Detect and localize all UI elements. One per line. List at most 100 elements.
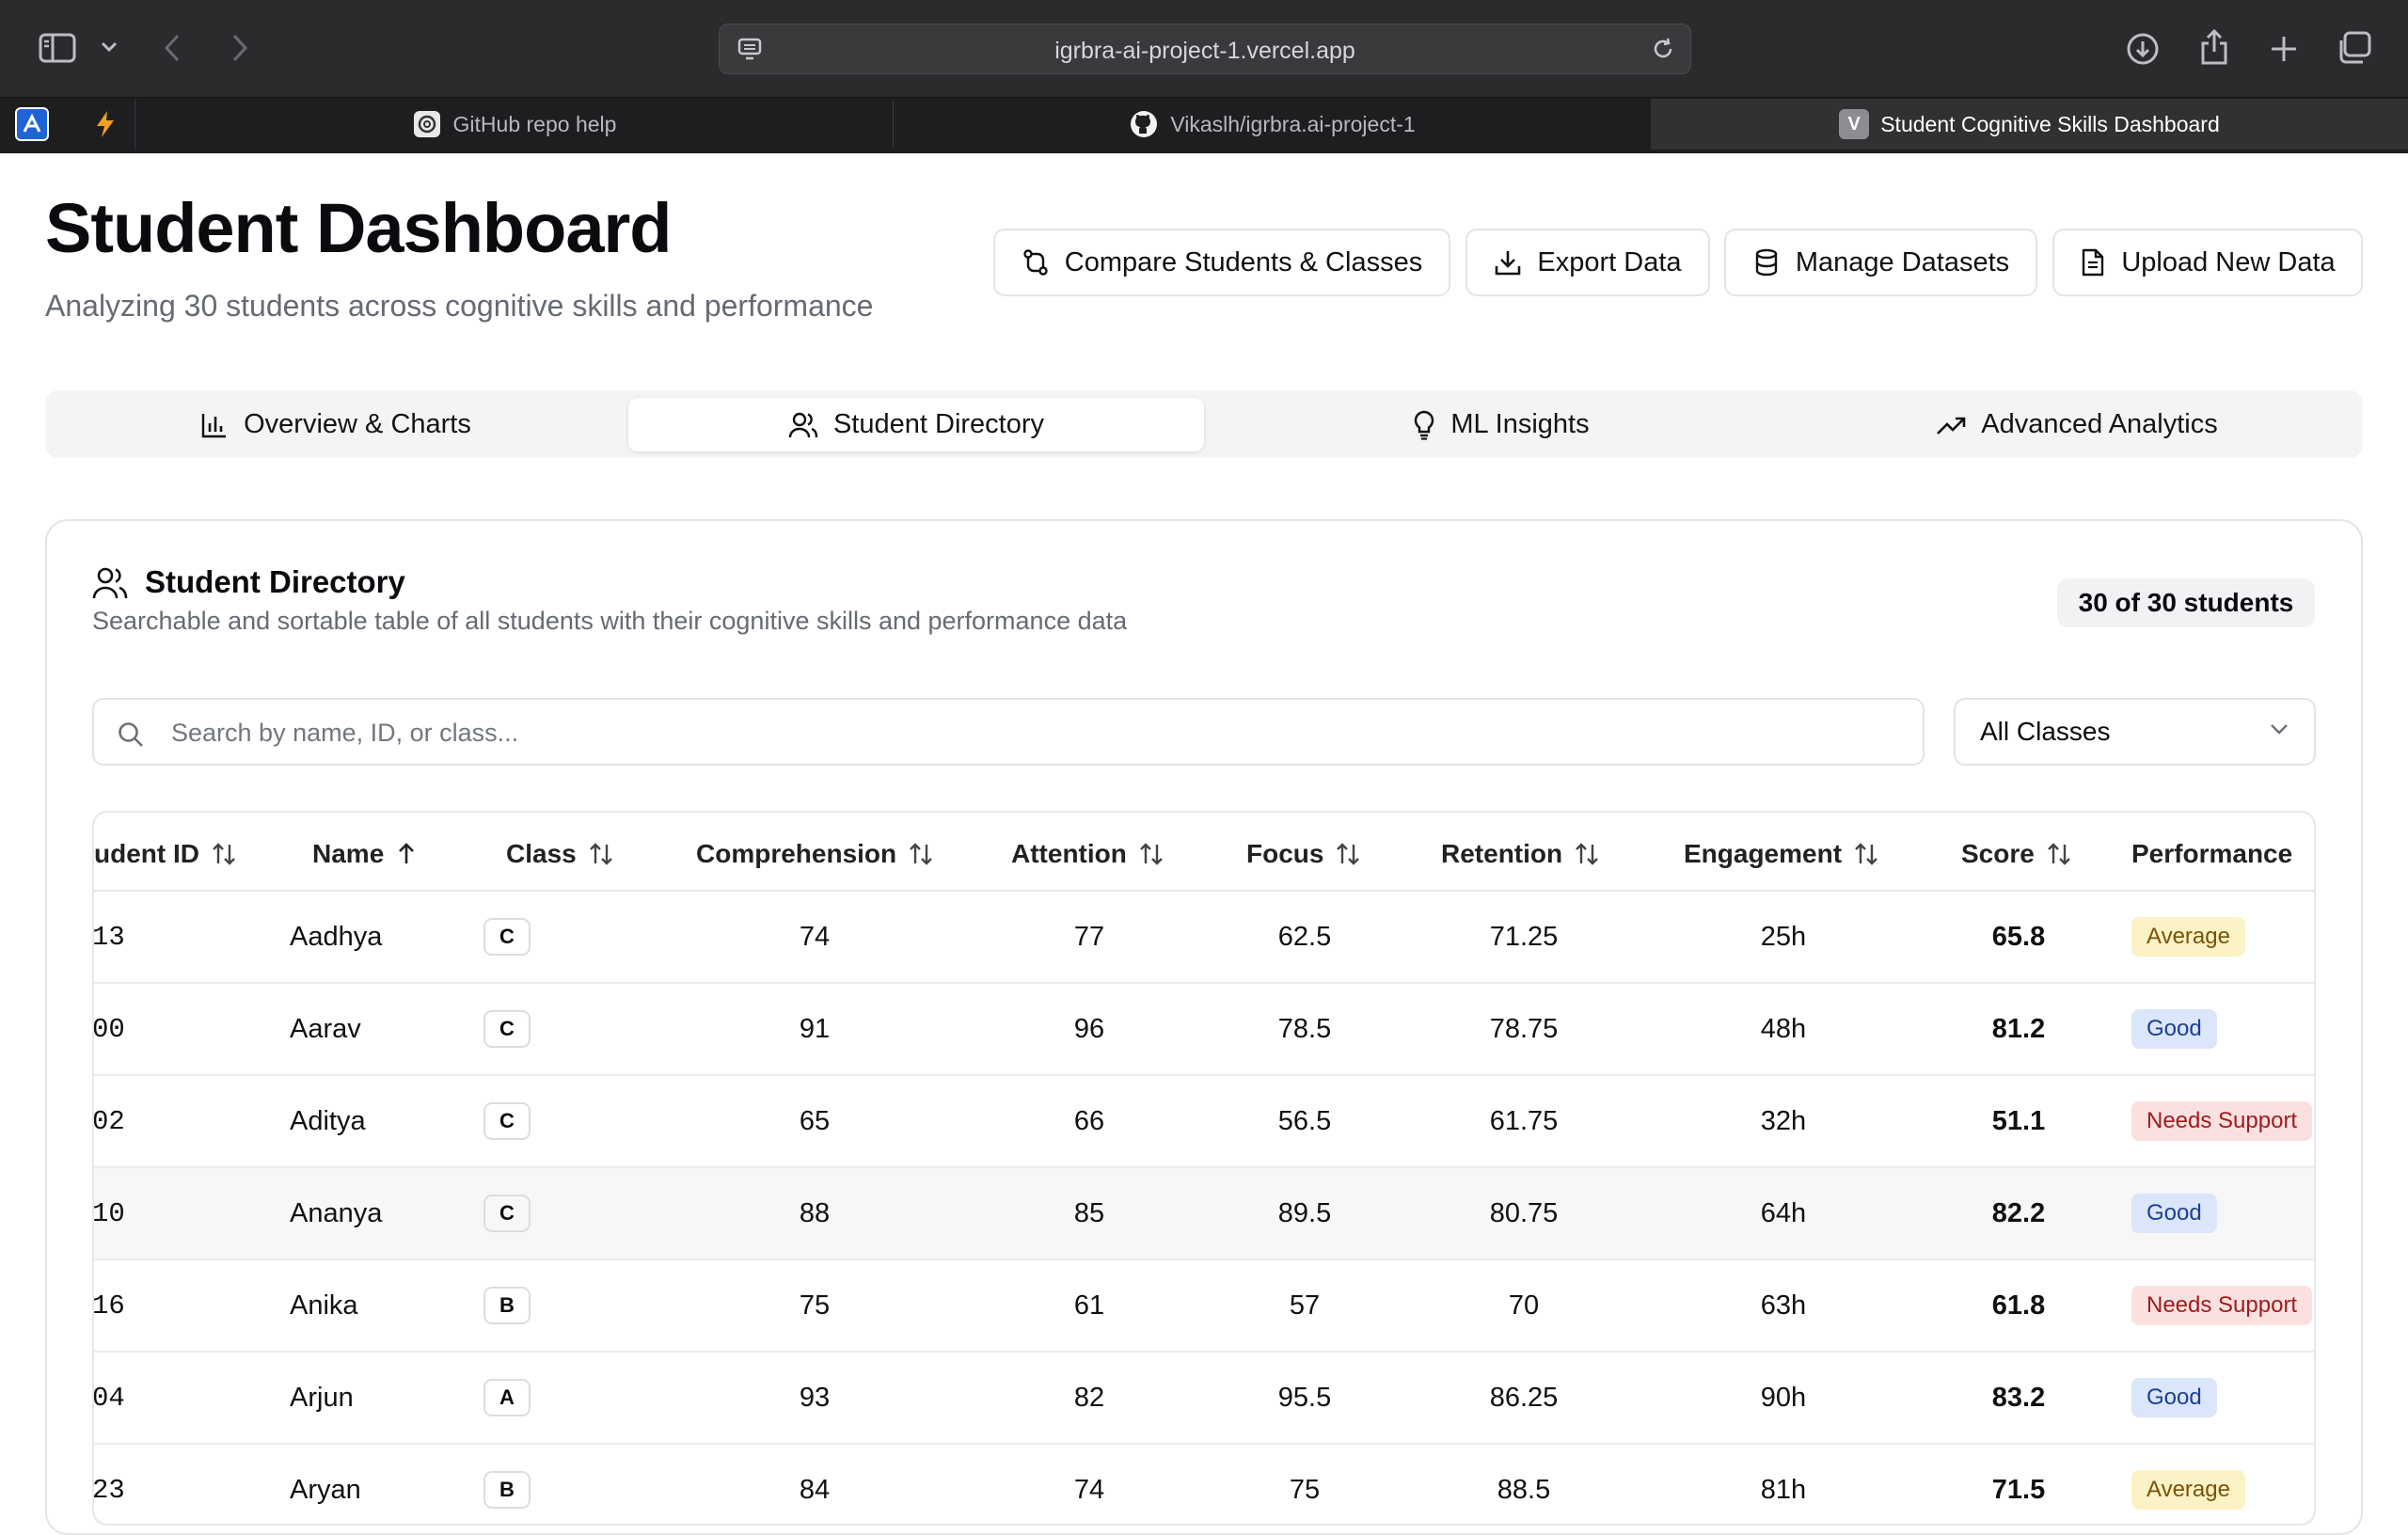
cell-name: Aryan bbox=[290, 1475, 361, 1505]
cell-name: Aadhya bbox=[290, 922, 383, 952]
cell-name: Ananya bbox=[290, 1198, 383, 1228]
class-filter-select[interactable]: All Classes bbox=[1954, 698, 2316, 766]
column-header-attention[interactable]: Attention bbox=[1011, 839, 1164, 869]
pinned-tab-bolt-icon[interactable] bbox=[88, 107, 122, 141]
card-title: Student Directory bbox=[145, 564, 405, 599]
lightbulb-icon bbox=[1415, 410, 1434, 440]
bar-chart-icon bbox=[201, 413, 227, 437]
chevron-down-icon[interactable] bbox=[98, 36, 120, 58]
class-badge: C bbox=[483, 1195, 531, 1232]
column-header-performance: Performance bbox=[2131, 839, 2292, 869]
tab-student-dashboard[interactable]: V Student Cognitive Skills Dashboard bbox=[1651, 99, 2408, 150]
tab-label: Overview & Charts bbox=[244, 409, 471, 439]
column-header-engagement[interactable]: Engagement bbox=[1684, 839, 1879, 869]
cell-student-id: 13 bbox=[92, 922, 125, 953]
download-icon[interactable] bbox=[2124, 30, 2162, 68]
performance-badge: Average bbox=[2131, 1470, 2245, 1510]
tab-title: Student Cognitive Skills Dashboard bbox=[1880, 111, 2220, 136]
cell-score: 81.2 bbox=[1991, 1014, 2046, 1044]
manage-datasets-button[interactable]: Manage Datasets bbox=[1724, 229, 2037, 296]
users-icon bbox=[788, 412, 818, 437]
tab-overview-icon[interactable] bbox=[2335, 28, 2374, 68]
column-label: Performance bbox=[2131, 839, 2293, 868]
search-field[interactable] bbox=[92, 698, 1925, 766]
column-label: Score bbox=[1961, 839, 2035, 868]
column-label: Attention bbox=[1011, 839, 1127, 868]
table-row[interactable]: 13 Aadhya 74 77 62.5 71.25 25h 65.8 C Average bbox=[92, 892, 2314, 984]
cell-comprehension: 75 bbox=[799, 1290, 831, 1321]
column-header-student-id[interactable]: udent ID bbox=[94, 839, 237, 869]
table-row[interactable]: 00 Aarav 91 96 78.5 78.75 48h 81.2 C Good bbox=[94, 984, 2314, 1076]
page-subtitle: Analyzing 30 students across cognitive s… bbox=[45, 289, 874, 323]
sort-icon bbox=[1562, 841, 1600, 867]
pinned-tab-app-icon[interactable] bbox=[15, 107, 49, 141]
reload-icon[interactable] bbox=[1649, 36, 1677, 62]
file-text-icon bbox=[2083, 248, 2104, 277]
cell-comprehension: 91 bbox=[799, 1014, 831, 1044]
sort-icon bbox=[1127, 841, 1164, 867]
search-input[interactable] bbox=[169, 700, 1904, 766]
column-header-retention[interactable]: Retention bbox=[1441, 839, 1600, 869]
tab-github-repo-help[interactable]: GitHub repo help bbox=[135, 99, 893, 150]
table-row[interactable]: 10 Ananya 88 85 89.5 80.75 64h 82.2 C Good bbox=[94, 1168, 2314, 1260]
cell-focus: 78.5 bbox=[1277, 1014, 1332, 1044]
tab-label: ML Insights bbox=[1450, 409, 1590, 439]
cell-retention: 78.75 bbox=[1489, 1014, 1559, 1044]
tab-github-repo[interactable]: Vikaslh/igrbra.ai-project-1 bbox=[894, 99, 1651, 150]
cell-engagement: 25h bbox=[1760, 922, 1807, 952]
cell-score: 51.1 bbox=[1991, 1106, 2046, 1136]
cell-score: 71.5 bbox=[1991, 1475, 2046, 1505]
sort-icon bbox=[199, 841, 237, 867]
compare-icon bbox=[1023, 249, 1048, 276]
share-icon[interactable] bbox=[2195, 26, 2233, 68]
search-icon bbox=[117, 720, 145, 749]
column-label: Name bbox=[312, 839, 385, 868]
table-row[interactable]: 23 Aryan 84 74 75 88.5 81h 71.5 B Average bbox=[94, 1445, 2314, 1524]
export-label: Export Data bbox=[1537, 246, 1682, 277]
tab-overview-charts[interactable]: Overview & Charts bbox=[53, 398, 619, 451]
cell-focus: 62.5 bbox=[1277, 922, 1332, 952]
column-header-comprehension[interactable]: Comprehension bbox=[696, 839, 934, 869]
cell-focus: 56.5 bbox=[1277, 1106, 1332, 1136]
tab-advanced-analytics[interactable]: Advanced Analytics bbox=[1798, 398, 2355, 451]
view-tabs: Overview & Charts Student Directory ML I… bbox=[45, 390, 2363, 458]
cell-retention: 61.75 bbox=[1489, 1106, 1559, 1136]
cell-score: 65.8 bbox=[1991, 922, 2046, 952]
column-label: Engagement bbox=[1684, 839, 1843, 868]
column-header-focus[interactable]: Focus bbox=[1246, 839, 1361, 869]
new-tab-icon[interactable] bbox=[2265, 30, 2303, 68]
performance-badge: Good bbox=[2131, 1378, 2217, 1417]
tab-ml-insights[interactable]: ML Insights bbox=[1213, 398, 1789, 451]
download-icon bbox=[1496, 251, 1521, 276]
column-header-score[interactable]: Score bbox=[1961, 839, 2072, 869]
column-label: Focus bbox=[1246, 839, 1324, 868]
table-row[interactable]: 04 Arjun 93 82 95.5 86.25 90h 83.2 A Good bbox=[92, 1353, 2314, 1445]
column-header-name[interactable]: Name bbox=[312, 839, 418, 869]
address-bar[interactable]: igrbra-ai-project-1.vercel.app bbox=[719, 24, 1691, 74]
cell-comprehension: 84 bbox=[799, 1475, 831, 1505]
cell-student-id: 04 bbox=[92, 1383, 125, 1414]
column-header-class[interactable]: Class bbox=[506, 839, 614, 869]
forward-icon[interactable] bbox=[226, 30, 254, 66]
export-data-button[interactable]: Export Data bbox=[1465, 229, 1710, 296]
student-count-badge: 30 of 30 students bbox=[2057, 578, 2315, 627]
card-description: Searchable and sortable table of all stu… bbox=[92, 607, 1128, 635]
cell-comprehension: 93 bbox=[799, 1383, 831, 1413]
students-table: udent ID Name Class Comprehension Attent… bbox=[92, 811, 2316, 1526]
sort-icon bbox=[2035, 841, 2072, 867]
trending-up-icon bbox=[1937, 417, 1966, 435]
sidebar-toggle-icon[interactable] bbox=[36, 30, 79, 66]
table-row[interactable]: 16 Anika 75 61 57 70 63h 61.8 B Needs Support bbox=[92, 1260, 2314, 1353]
class-filter-value: All Classes bbox=[1980, 717, 2111, 746]
cell-student-id: 16 bbox=[92, 1290, 125, 1321]
tab-student-directory[interactable]: Student Directory bbox=[628, 398, 1204, 451]
back-icon[interactable] bbox=[158, 30, 186, 66]
compare-students-button[interactable]: Compare Students & Classes bbox=[993, 229, 1450, 296]
cell-attention: 96 bbox=[1073, 1014, 1105, 1044]
tab-label: Student Directory bbox=[832, 409, 1045, 439]
cell-name: Aditya bbox=[290, 1106, 366, 1136]
table-row[interactable]: 02 Aditya 65 66 56.5 61.75 32h 51.1 C Needs Suppo… bbox=[94, 1076, 2314, 1168]
upload-label: Upload New Data bbox=[2121, 246, 2336, 277]
class-badge: C bbox=[483, 1102, 531, 1140]
upload-data-button[interactable]: Upload New Data bbox=[2052, 229, 2363, 296]
